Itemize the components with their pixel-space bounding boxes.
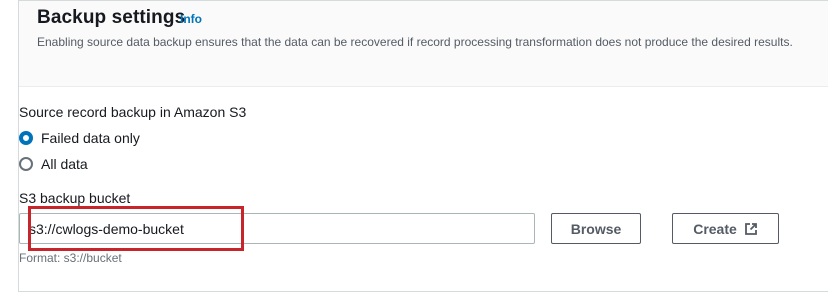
- create-button-label: Create: [693, 220, 737, 237]
- s3-backup-bucket-label: S3 backup bucket: [19, 190, 131, 206]
- radio-label-all-data: All data: [41, 156, 88, 172]
- bucket-format-hint: Format: s3://bucket: [19, 251, 122, 265]
- source-backup-label: Source record backup in Amazon S3: [19, 104, 247, 120]
- radio-button-checked[interactable]: [19, 131, 33, 145]
- external-link-icon: [744, 222, 758, 236]
- radio-all-data[interactable]: All data: [19, 156, 88, 172]
- info-link[interactable]: Info: [180, 12, 202, 26]
- panel-header: Backup settings Info Enabling source dat…: [19, 1, 828, 87]
- panel-title: Backup settings: [37, 7, 186, 28]
- radio-button-unchecked[interactable]: [19, 157, 33, 171]
- radio-failed-data-only[interactable]: Failed data only: [19, 130, 140, 146]
- browse-button-label: Browse: [570, 220, 622, 237]
- s3-bucket-input[interactable]: [19, 213, 535, 244]
- radio-label-failed-data-only: Failed data only: [41, 130, 140, 146]
- panel-description: Enabling source data backup ensures that…: [37, 35, 793, 49]
- browse-button[interactable]: Browse: [551, 213, 641, 244]
- create-button[interactable]: Create: [672, 213, 779, 244]
- backup-settings-panel: Backup settings Info Enabling source dat…: [18, 0, 828, 292]
